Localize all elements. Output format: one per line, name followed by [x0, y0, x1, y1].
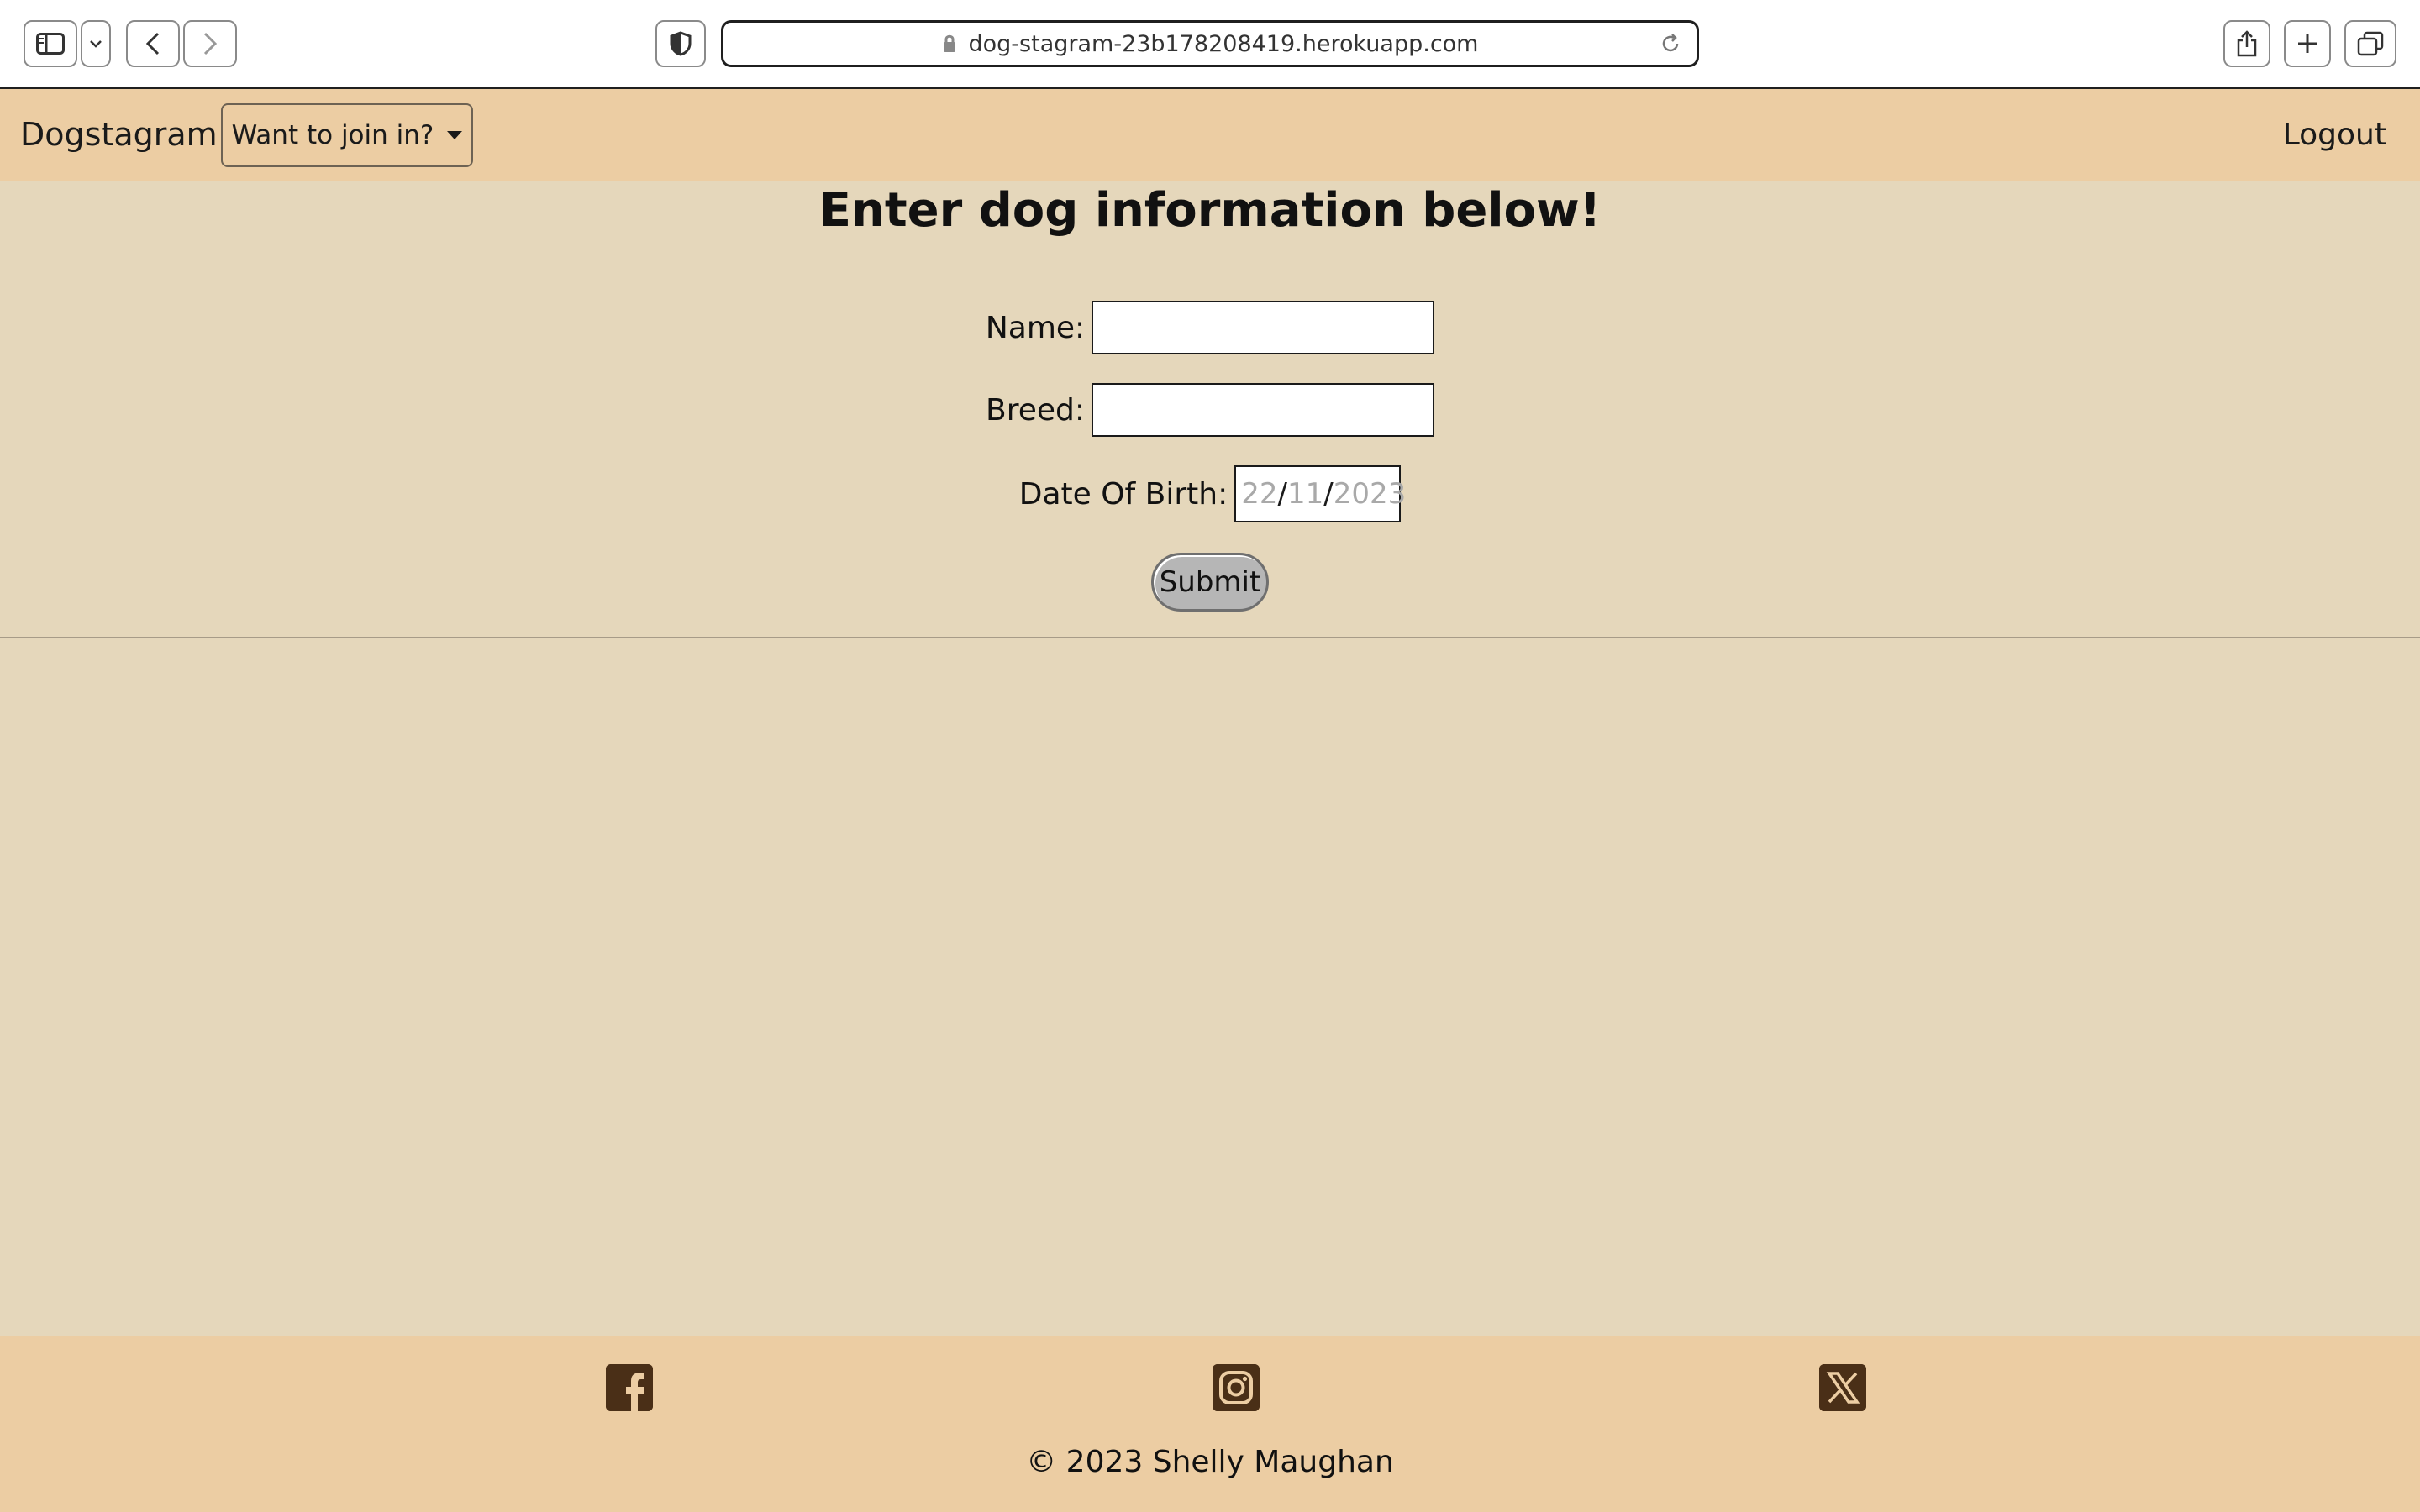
- dob-year[interactable]: 2023: [1334, 477, 1407, 511]
- logout-link[interactable]: Logout: [2283, 118, 2386, 152]
- site-footer: © 2023 Shelly Maughan: [0, 1336, 2420, 1512]
- name-input[interactable]: [1092, 301, 1435, 354]
- sidebar-toggle-button[interactable]: [24, 20, 77, 67]
- url-text: dog-stagram-23b178208419.herokuapp.com: [968, 30, 1479, 57]
- breed-input[interactable]: [1091, 383, 1434, 437]
- dob-label: Date Of Birth:: [1018, 476, 1228, 512]
- join-dropdown-button[interactable]: Want to join in?: [221, 103, 473, 167]
- brand-link[interactable]: Dogstagram: [20, 116, 218, 153]
- privacy-report-button[interactable]: [655, 20, 706, 67]
- instagram-link[interactable]: [1213, 1364, 1260, 1411]
- name-row: Name:: [0, 301, 2420, 354]
- dob-separator: /: [1277, 477, 1287, 511]
- chevron-down-icon: [90, 40, 102, 48]
- tabs-icon: [2357, 31, 2384, 56]
- reload-icon[interactable]: [1660, 33, 1681, 55]
- page-title: Enter dog information below!: [818, 183, 1602, 238]
- dob-day[interactable]: 22: [1241, 477, 1277, 511]
- name-label: Name:: [985, 310, 1086, 345]
- dob-month[interactable]: 11: [1287, 477, 1323, 511]
- lock-icon: [943, 34, 955, 52]
- forward-button[interactable]: [183, 20, 237, 67]
- x-link[interactable]: [1819, 1364, 1866, 1411]
- dob-input[interactable]: 22 / 11 / 2023: [1234, 465, 1406, 522]
- divider: [0, 637, 2420, 638]
- main-content: Enter dog information below! Name: Breed…: [0, 181, 2420, 1336]
- tab-overview-button[interactable]: [2344, 20, 2396, 67]
- facebook-link[interactable]: [606, 1364, 653, 1411]
- sidebar-menu-button[interactable]: [81, 20, 111, 67]
- browser-toolbar: dog-stagram-23b178208419.herokuapp.com: [0, 0, 2420, 89]
- x-icon: [1819, 1364, 1866, 1411]
- dob-separator: /: [1323, 477, 1334, 511]
- copyright-text: © 2023 Shelly Maughan: [1026, 1445, 1394, 1479]
- shield-icon: [670, 31, 692, 56]
- facebook-icon: [606, 1364, 653, 1411]
- address-bar[interactable]: dog-stagram-23b178208419.herokuapp.com: [721, 20, 1699, 67]
- breed-label: Breed:: [986, 392, 1085, 428]
- dob-row: Date Of Birth: 22 / 11 / 2023: [0, 465, 2420, 522]
- instagram-icon: [1213, 1364, 1260, 1411]
- new-tab-button[interactable]: [2284, 20, 2331, 67]
- share-icon: [2237, 30, 2257, 57]
- chevron-left-icon: [145, 32, 160, 55]
- sidebar-icon: [36, 33, 65, 55]
- share-button[interactable]: [2223, 20, 2270, 67]
- site-navbar: Dogstagram Want to join in? Logout: [0, 89, 2420, 181]
- plus-icon: [2298, 34, 2317, 53]
- submit-button[interactable]: Submit: [1151, 553, 1269, 612]
- back-button[interactable]: [126, 20, 180, 67]
- join-dropdown-label: Want to join in?: [231, 120, 434, 150]
- caret-down-icon: [447, 131, 463, 139]
- breed-row: Breed:: [0, 383, 2420, 437]
- chevron-right-icon: [203, 32, 218, 55]
